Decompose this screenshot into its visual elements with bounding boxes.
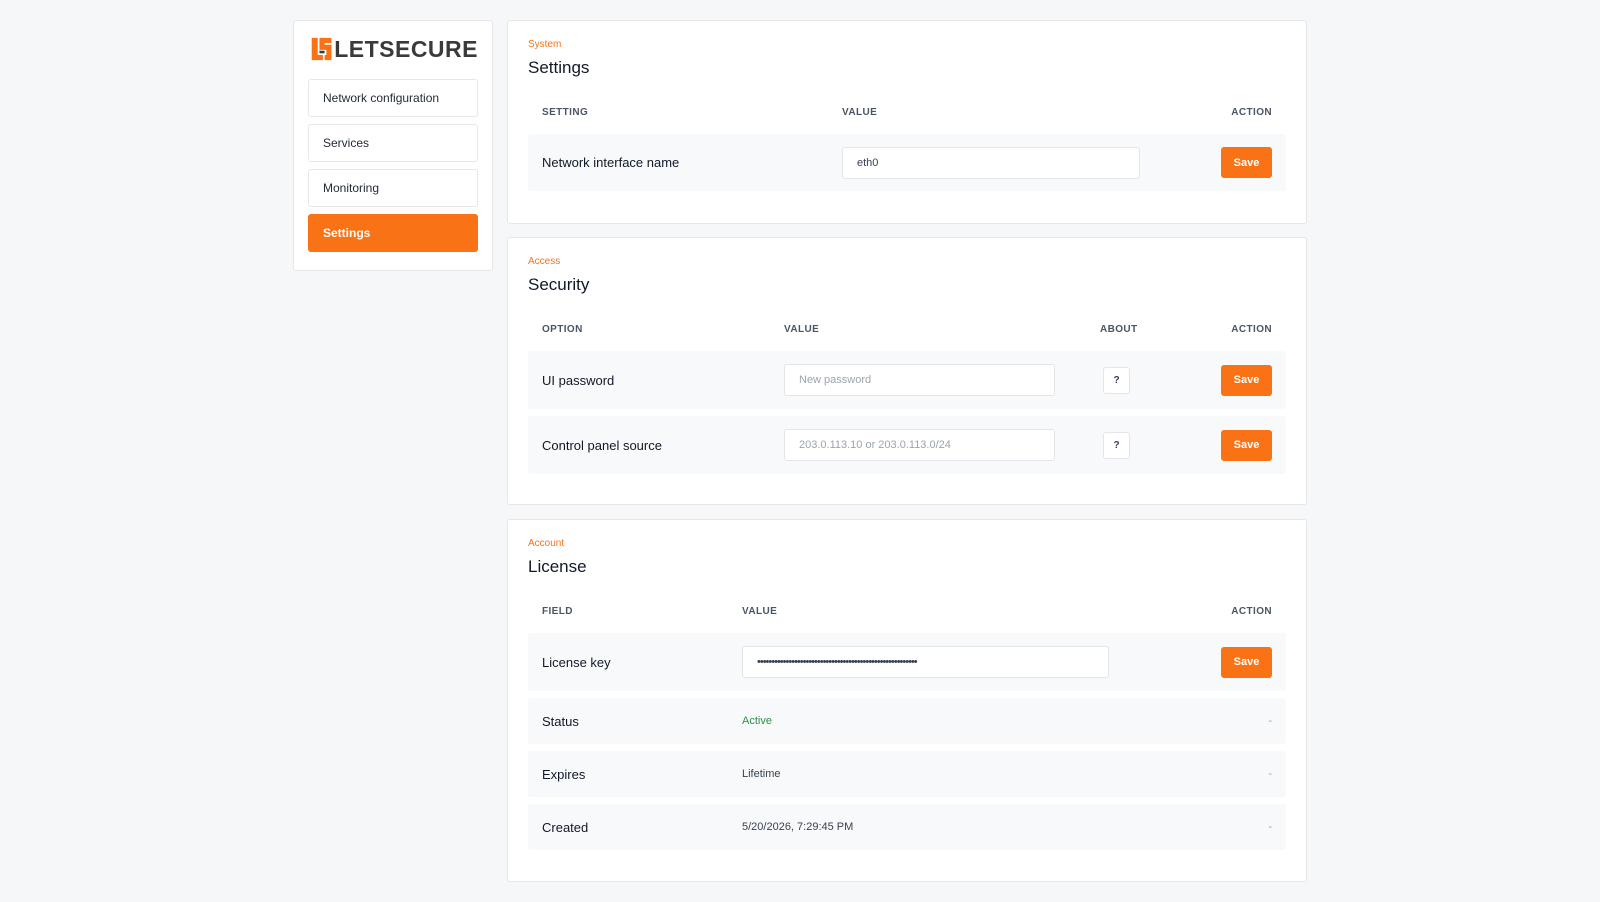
column-header-action: ACTION [1231, 106, 1272, 118]
table-header: FIELD VALUE ACTION [528, 601, 1286, 621]
column-header-value: VALUE [784, 323, 820, 335]
column-header-setting: SETTING [542, 106, 589, 118]
sidebar-item-network-configuration[interactable]: Network configuration [308, 79, 478, 117]
license-key-input[interactable]: ••••••••••••••••••••••••••••••••••••••••… [742, 646, 1109, 678]
action-placeholder: - [1268, 715, 1272, 727]
save-button[interactable]: Save [1221, 147, 1272, 178]
sidebar-item-monitoring[interactable]: Monitoring [308, 169, 478, 207]
sidebar-item-settings[interactable]: Settings [308, 214, 478, 252]
network-interface-input[interactable]: eth0 [842, 146, 1140, 179]
column-header-action: ACTION [1231, 605, 1272, 617]
shield-logo-icon [311, 37, 332, 61]
section-title: License [528, 557, 587, 576]
column-header-value: VALUE [742, 605, 778, 617]
expires-value: Lifetime [742, 768, 781, 780]
save-button[interactable]: Save [1221, 646, 1272, 678]
table-row: Status Active - [528, 698, 1286, 744]
option-label: Control panel source [542, 437, 662, 453]
table-row: License key ••••••••••••••••••••••••••••… [528, 633, 1286, 691]
field-label: Created [542, 819, 589, 835]
table-header: SETTING VALUE ACTION [528, 102, 1286, 122]
sidebar-item-label: Network configuration [323, 91, 440, 105]
ui-password-input[interactable]: New password [784, 364, 1055, 396]
status-value: Active [742, 715, 772, 727]
control-panel-source-input[interactable]: 203.0.113.10 or 203.0.113.0/24 [784, 429, 1055, 461]
section-eyebrow: Access [528, 256, 561, 267]
column-header-about: ABOUT [1100, 323, 1138, 335]
section-eyebrow: Account [528, 538, 565, 549]
setting-label: Network interface name [542, 155, 680, 170]
section-eyebrow: System [528, 39, 562, 50]
table-row: Control panel source 203.0.113.10 or 203… [528, 416, 1286, 474]
table-row: Network interface name eth0 Save [528, 134, 1286, 191]
option-label: UI password [542, 372, 615, 388]
sidebar-item-label: Settings [323, 226, 371, 240]
account-license-card: Account License FIELD VALUE ACTION Licen… [507, 519, 1307, 882]
table-row: Created 5/20/2026, 7:29:45 PM - [528, 804, 1286, 850]
table-row: UI password New password ? Save [528, 351, 1286, 409]
table-row: Expires Lifetime - [528, 751, 1286, 797]
field-label: Status [542, 713, 579, 729]
column-header-field: FIELD [542, 605, 573, 617]
action-placeholder: - [1268, 821, 1272, 833]
field-label: Expires [542, 766, 586, 782]
action-placeholder: - [1268, 768, 1272, 780]
section-title: Settings [528, 58, 590, 77]
column-header-value: VALUE [842, 106, 878, 118]
column-header-option: OPTION [542, 323, 583, 335]
sidebar-item-label: Monitoring [323, 181, 380, 195]
brand-name: LETSECURE [334, 35, 478, 62]
brand-logo: LETSECURE [310, 33, 478, 65]
save-button[interactable]: Save [1221, 364, 1272, 396]
sidebar-item-label: Services [323, 136, 370, 150]
system-settings-card: System Settings SETTING VALUE ACTION Net… [507, 20, 1307, 224]
column-header-action: ACTION [1231, 323, 1272, 335]
help-button[interactable]: ? [1103, 431, 1130, 459]
field-label: License key [542, 654, 611, 670]
sidebar: LETSECURE Network configuration Services… [293, 20, 493, 271]
table-header: OPTION VALUE ABOUT ACTION [528, 319, 1286, 339]
sidebar-item-services[interactable]: Services [308, 124, 478, 162]
save-button[interactable]: Save [1221, 429, 1272, 461]
created-value: 5/20/2026, 7:29:45 PM [742, 821, 854, 833]
section-title: Security [528, 275, 590, 294]
access-security-card: Access Security OPTION VALUE ABOUT ACTIO… [507, 237, 1307, 505]
help-button[interactable]: ? [1103, 366, 1130, 394]
